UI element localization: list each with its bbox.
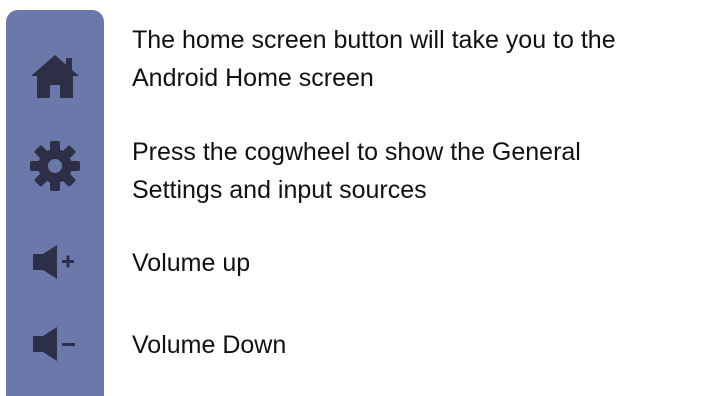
volume-up-icon bbox=[33, 245, 74, 279]
volume-up-button[interactable] bbox=[6, 222, 104, 302]
side-panel bbox=[6, 10, 104, 396]
description-line: Settings and input sources bbox=[132, 176, 427, 204]
home-icon bbox=[31, 55, 79, 98]
volume-down-button[interactable] bbox=[6, 304, 104, 384]
volume-up-description: Volume up bbox=[132, 244, 707, 282]
description-line: Volume up bbox=[132, 249, 251, 277]
description-line: Volume Down bbox=[132, 331, 287, 359]
home-button[interactable] bbox=[6, 36, 104, 116]
description-line: Press the cogwheel to show the General bbox=[132, 138, 581, 166]
gear-icon bbox=[30, 141, 80, 191]
description-line: The home screen button will take you to … bbox=[132, 26, 616, 54]
settings-button-description: Press the cogwheel to show the General S… bbox=[132, 133, 707, 209]
home-button-description: The home screen button will take you to … bbox=[132, 21, 707, 97]
settings-button[interactable] bbox=[6, 126, 104, 206]
volume-down-description: Volume Down bbox=[132, 326, 707, 364]
volume-down-icon bbox=[33, 327, 75, 361]
description-line: Android Home screen bbox=[132, 64, 374, 92]
